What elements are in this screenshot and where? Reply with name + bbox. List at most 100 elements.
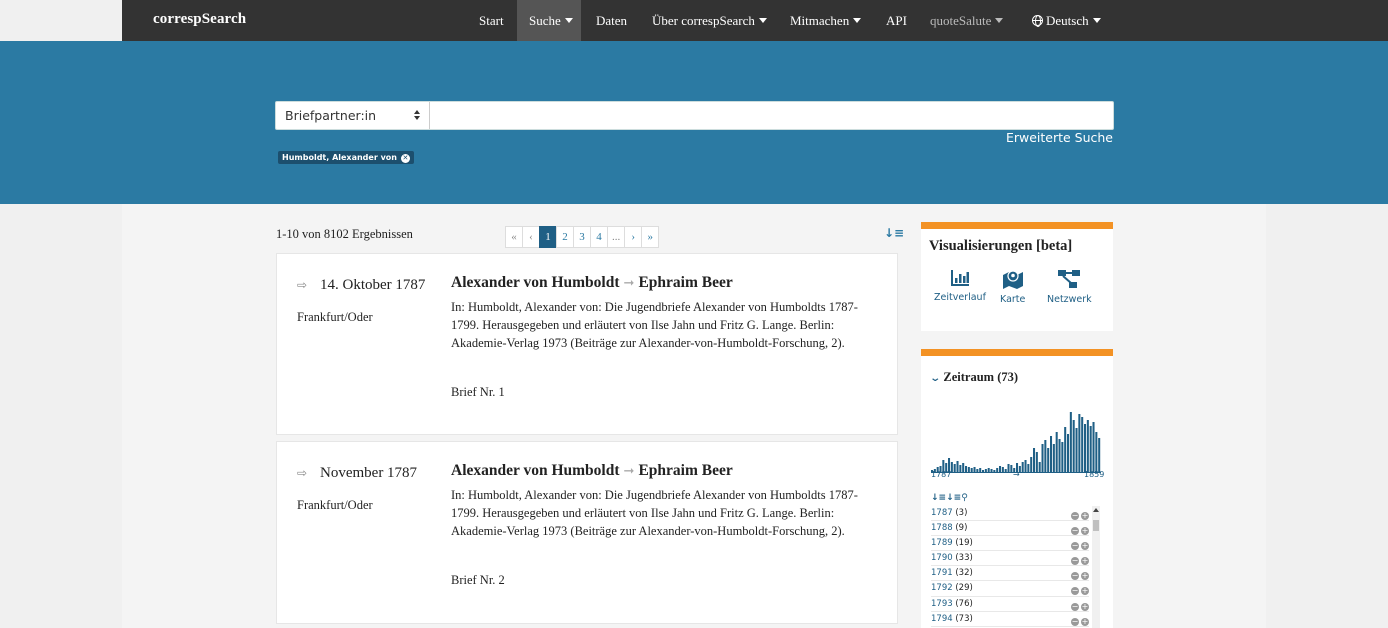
letter-card[interactable]: ⇨ 14. Oktober 1787 Frankfurt/Oder Alexand… bbox=[276, 253, 898, 435]
year-row: 1788 (9) − + bbox=[931, 521, 1089, 537]
year-row: 1787 (3) − + bbox=[931, 506, 1089, 522]
caret-down-icon bbox=[1092, 18, 1101, 23]
exclude-year-icon[interactable]: − bbox=[1071, 617, 1079, 626]
select-arrows-icon bbox=[414, 110, 420, 121]
year-count: (9) bbox=[955, 523, 968, 534]
letter-sender[interactable]: Alexander von Humboldt bbox=[451, 274, 620, 291]
include-year-icon[interactable]: + bbox=[1081, 557, 1089, 566]
histogram-bar bbox=[1047, 448, 1050, 472]
histogram-bar bbox=[996, 468, 999, 472]
include-year-icon[interactable]: + bbox=[1081, 512, 1089, 520]
page-prev[interactable]: ‹ bbox=[522, 226, 540, 248]
include-year-icon[interactable]: + bbox=[1081, 617, 1089, 626]
year-row: 1789 (19) − + bbox=[931, 536, 1089, 552]
histogram-bar bbox=[1038, 462, 1041, 472]
hist-start-label: 1787 bbox=[931, 470, 952, 479]
nav-quotesalute[interactable]: quoteSalute bbox=[930, 0, 1004, 41]
histogram-bar bbox=[1081, 417, 1084, 472]
exclude-year-icon[interactable]: − bbox=[1071, 527, 1079, 536]
letter-receiver[interactable]: Ephraim Beer bbox=[638, 274, 732, 291]
histogram-bar bbox=[987, 468, 990, 472]
letter-title: Alexander von Humboldt ➞ Ephraim Beer bbox=[451, 274, 733, 292]
timerange-histogram[interactable] bbox=[931, 404, 1101, 474]
vis-zeitverlauf-label: Zeitverlauf bbox=[934, 292, 986, 303]
nav-start[interactable]: Start bbox=[479, 0, 504, 41]
page-3[interactable]: 3 bbox=[573, 226, 591, 248]
scroll-up-icon[interactable] bbox=[1093, 508, 1099, 512]
nav-language[interactable]: Deutsch bbox=[1032, 0, 1101, 41]
sort-asc-icon[interactable]: ↓≡ bbox=[931, 493, 946, 503]
vis-karte[interactable]: Karte bbox=[1000, 269, 1025, 305]
histogram-bar bbox=[1089, 426, 1092, 472]
nav-daten[interactable]: Daten bbox=[596, 0, 627, 41]
year-count: (73) bbox=[955, 613, 973, 624]
year-row: 1792 (29) − + bbox=[931, 581, 1089, 597]
letter-number: Brief Nr. 1 bbox=[451, 385, 505, 399]
nav-api-label: API bbox=[886, 13, 907, 28]
exclude-year-icon[interactable]: − bbox=[1071, 602, 1079, 611]
histogram-bar bbox=[1092, 422, 1095, 472]
histogram-bar bbox=[1030, 457, 1033, 472]
sort-desc-icon[interactable]: ↓≡ bbox=[946, 493, 961, 503]
page-2[interactable]: 2 bbox=[556, 226, 574, 248]
histogram-bar bbox=[976, 469, 979, 472]
timerange-title-text: Zeitraum (73) bbox=[943, 370, 1019, 384]
nav-api[interactable]: API bbox=[886, 0, 907, 41]
search-input[interactable] bbox=[431, 102, 1111, 129]
histogram-bar bbox=[970, 468, 973, 472]
include-year-icon[interactable]: + bbox=[1081, 602, 1089, 611]
year-link[interactable]: 1792 bbox=[931, 583, 953, 593]
brand-logo[interactable]: correspSearch bbox=[153, 11, 246, 28]
remove-filter-icon[interactable]: ✕ bbox=[400, 154, 410, 163]
histogram-bar bbox=[1072, 420, 1075, 472]
letter-receiver[interactable]: Ephraim Beer bbox=[638, 462, 732, 479]
year-link[interactable]: 1789 bbox=[931, 538, 953, 548]
year-list-scrollbar[interactable] bbox=[1092, 506, 1100, 628]
histogram-bar bbox=[1067, 434, 1070, 472]
page-last[interactable]: » bbox=[641, 226, 660, 248]
search-icon[interactable]: ⚲ bbox=[961, 493, 968, 503]
page-1[interactable]: 1 bbox=[539, 226, 557, 248]
year-count: (76) bbox=[955, 598, 973, 609]
hist-end-label: 1859 bbox=[1084, 470, 1105, 479]
scroll-thumb[interactable] bbox=[1093, 520, 1099, 531]
sort-icon[interactable]: ↓≡ bbox=[884, 226, 904, 240]
nav-daten-label: Daten bbox=[596, 13, 628, 28]
advanced-search-link[interactable]: Erweiterte Suche bbox=[1000, 130, 1113, 145]
nav-mitmachen[interactable]: Mitmachen bbox=[790, 0, 862, 41]
nav-ueber[interactable]: Über correspSearch bbox=[652, 0, 767, 41]
timerange-title[interactable]: ⌄ Zeitraum (73) bbox=[929, 370, 1019, 385]
vis-netzwerk[interactable]: Netzwerk bbox=[1047, 269, 1092, 305]
year-link[interactable]: 1790 bbox=[931, 553, 953, 563]
page-4[interactable]: 4 bbox=[590, 226, 608, 248]
page-first[interactable]: « bbox=[505, 226, 523, 248]
letter-card[interactable]: ⇨ November 1787 Frankfurt/Oder Alexander … bbox=[276, 441, 898, 624]
include-year-icon[interactable]: + bbox=[1081, 527, 1089, 536]
year-link[interactable]: 1788 bbox=[931, 523, 953, 533]
letter-sender[interactable]: Alexander von Humboldt bbox=[451, 462, 620, 479]
histogram-bar bbox=[962, 463, 965, 472]
histogram-bar bbox=[993, 470, 996, 472]
include-year-icon[interactable]: + bbox=[1081, 572, 1089, 581]
exclude-year-icon[interactable]: − bbox=[1071, 512, 1079, 520]
nav-suche[interactable]: Suche bbox=[517, 0, 581, 41]
year-count: (19) bbox=[955, 538, 973, 549]
page-next[interactable]: › bbox=[624, 226, 643, 248]
arrow-right-icon: ➞ bbox=[623, 464, 635, 479]
year-link[interactable]: 1794 bbox=[931, 614, 953, 624]
include-year-icon[interactable]: + bbox=[1081, 587, 1089, 596]
exclude-year-icon[interactable]: − bbox=[1071, 587, 1079, 596]
include-year-icon[interactable]: + bbox=[1081, 542, 1089, 551]
histogram-bar bbox=[1027, 464, 1030, 472]
search-field-select[interactable]: Briefpartner:in bbox=[276, 102, 430, 129]
vis-zeitverlauf[interactable]: Zeitverlauf bbox=[934, 269, 986, 303]
year-row: 1790 (33) − + bbox=[931, 551, 1089, 567]
exclude-year-icon[interactable]: − bbox=[1071, 542, 1079, 551]
year-link[interactable]: 1793 bbox=[931, 599, 953, 609]
year-link[interactable]: 1787 bbox=[931, 508, 953, 518]
year-link[interactable]: 1791 bbox=[931, 568, 953, 578]
exclude-year-icon[interactable]: − bbox=[1071, 557, 1079, 566]
exclude-year-icon[interactable]: − bbox=[1071, 572, 1079, 581]
histogram-bar bbox=[1098, 438, 1101, 472]
histogram-bar bbox=[1044, 440, 1047, 472]
